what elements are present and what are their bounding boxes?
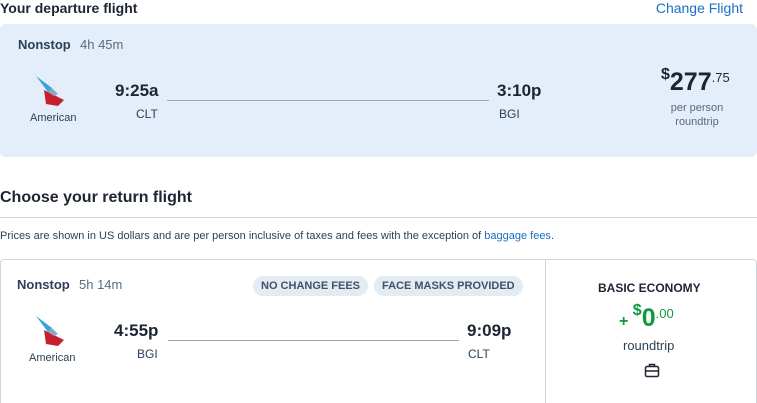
departure-stops: Nonstop <box>18 37 71 52</box>
price-disclaimer: Prices are shown in US dollars and are p… <box>0 230 554 242</box>
fare-class-name: BASIC ECONOMY <box>598 281 701 295</box>
departure-route-line <box>167 100 489 101</box>
fare-column-divider <box>545 259 546 403</box>
return-route-line <box>168 340 459 341</box>
change-flight-link[interactable]: Change Flight <box>656 0 743 16</box>
departure-depart-airport: CLT <box>136 107 158 121</box>
return-heading: Choose your return flight <box>0 189 192 206</box>
carry-on-bag-icon <box>644 363 660 378</box>
return-airline-name: American <box>29 352 76 364</box>
return-depart-time: 4:55p <box>114 321 159 340</box>
fare-price[interactable]: + $0.00 <box>619 302 674 333</box>
fare-roundtrip-label: roundtrip <box>623 338 675 353</box>
departure-arrive-time: 3:10p <box>497 81 542 100</box>
departure-price-whole: 277 <box>669 68 712 96</box>
return-arrive-airport: CLT <box>468 347 490 361</box>
departure-price-cents: .75 <box>711 70 730 85</box>
american-airlines-logo-icon <box>36 316 64 346</box>
fare-price-cents: .00 <box>655 306 674 321</box>
departure-duration: 4h 45m <box>80 37 124 52</box>
departure-arrive-airport: BGI <box>499 107 520 121</box>
fare-price-currency: $ <box>632 302 642 319</box>
return-stops: Nonstop <box>17 277 70 292</box>
baggage-fees-link[interactable]: baggage fees <box>484 230 551 242</box>
departure-price: $277.75 <box>661 66 730 97</box>
return-depart-airport: BGI <box>137 347 158 361</box>
fare-price-plus: + <box>619 313 629 330</box>
departure-price-roundtrip: roundtrip <box>675 116 719 128</box>
departure-heading: Your departure flight <box>0 0 138 16</box>
departure-price-per-person: per person <box>670 102 724 114</box>
return-arrive-time: 9:09p <box>467 321 512 340</box>
return-duration: 5h 14m <box>79 277 123 292</box>
no-change-fees-badge: NO CHANGE FEES <box>253 276 369 296</box>
section-divider <box>0 217 757 218</box>
fare-price-whole: 0 <box>641 304 656 332</box>
face-masks-badge: FACE MASKS PROVIDED <box>374 276 523 296</box>
american-airlines-logo-icon <box>36 76 64 106</box>
price-disclaimer-end: . <box>550 230 554 242</box>
departure-price-currency: $ <box>661 66 670 83</box>
price-disclaimer-text: Prices are shown in US dollars and are p… <box>0 230 485 242</box>
departure-airline-name: American <box>30 112 77 124</box>
departure-depart-time: 9:25a <box>115 81 159 100</box>
